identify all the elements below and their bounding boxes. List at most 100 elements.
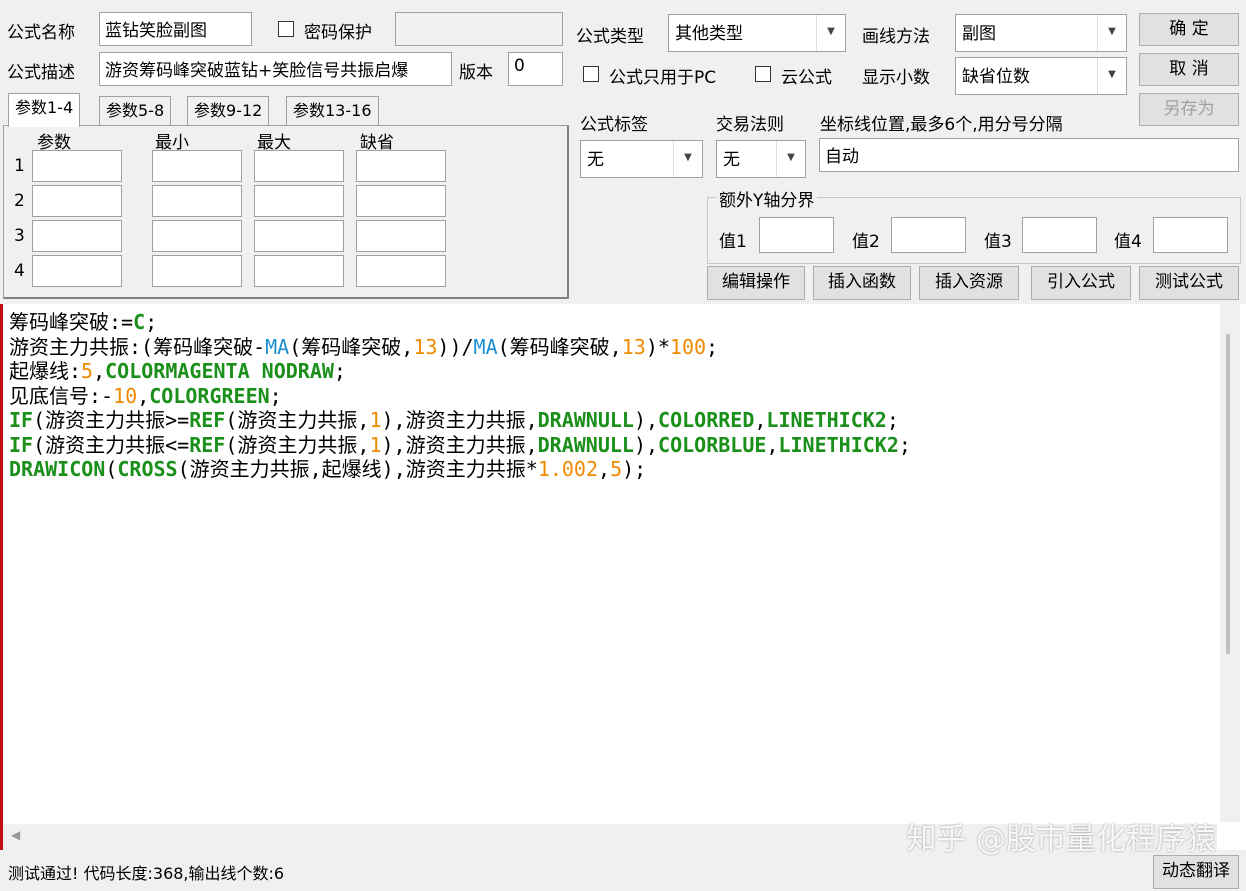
cloud-checkbox[interactable] <box>755 66 771 82</box>
y4-input[interactable] <box>1153 217 1228 253</box>
code-token: 5 <box>610 457 623 481</box>
code-token: 起爆线: <box>9 359 82 383</box>
param-min-input[interactable] <box>152 150 242 182</box>
code-line: IF(游资主力共振<=REF(游资主力共振,1),游资主力共振,DRAWNULL… <box>9 433 911 458</box>
version-input[interactable]: 0 <box>508 52 563 86</box>
code-token: COLORBLUE <box>658 432 767 457</box>
scroll-left-icon[interactable]: ◀ <box>11 828 20 842</box>
code-token: , <box>598 457 611 481</box>
code-line: 起爆线:5,COLORMAGENTA NODRAW; <box>9 359 911 384</box>
code-token: (游资主力共振<= <box>33 432 190 457</box>
code-token: MA <box>265 334 290 359</box>
password-label: 密码保护 <box>304 23 372 43</box>
code-token: ))/ <box>437 334 474 359</box>
param-default-input[interactable] <box>356 185 446 217</box>
code-line: 筹码峰突破:=C; <box>9 310 911 335</box>
vertical-scrollbar[interactable] <box>1220 304 1240 822</box>
pc-only-checkbox[interactable] <box>583 66 599 82</box>
axis-input[interactable]: 自动 <box>819 138 1239 172</box>
param-default-input[interactable] <box>356 255 446 287</box>
code-line: 见底信号:-10,COLORGREEN; <box>9 384 911 409</box>
scrollbar-thumb[interactable] <box>1226 334 1230 654</box>
code-token: , <box>93 359 106 383</box>
dynamic-translate-button[interactable]: 动态翻译 <box>1153 855 1239 889</box>
y2-input[interactable] <box>891 217 966 253</box>
chevron-down-icon: ▼ <box>1097 15 1126 51</box>
code-token: REF <box>189 408 226 432</box>
insert-function-button[interactable]: 插入函数 <box>813 266 911 300</box>
param-min-input[interactable] <box>152 220 242 252</box>
tag-select[interactable]: 无 ▼ <box>580 140 703 178</box>
chevron-down-icon: ▼ <box>816 15 845 51</box>
desc-label: 公式描述 <box>7 63 75 83</box>
edit-ops-button[interactable]: 编辑操作 <box>707 266 805 300</box>
code-token: REF <box>189 432 226 457</box>
code-token: := <box>109 310 134 334</box>
tag-label: 公式标签 <box>580 115 648 135</box>
chevron-down-icon: ▼ <box>776 141 805 177</box>
test-formula-button[interactable]: 测试公式 <box>1139 266 1239 300</box>
cloud-label: 云公式 <box>781 68 832 88</box>
y1-input[interactable] <box>759 217 834 253</box>
type-label: 公式类型 <box>576 27 644 47</box>
code-token: 见底信号:- <box>9 383 114 408</box>
code-token: 1 <box>369 408 382 432</box>
y2-label: 值2 <box>852 232 880 252</box>
code-token: LINETHICK2 <box>778 432 899 457</box>
tab-params-9-12[interactable]: 参数9-12 <box>187 96 270 125</box>
param-name-input[interactable] <box>32 185 122 217</box>
cancel-button[interactable]: 取 消 <box>1139 53 1239 86</box>
code-token: (游资主力共振, <box>225 432 370 457</box>
pc-only-label: 公式只用于PC <box>609 68 717 88</box>
param-default-input[interactable] <box>356 150 446 182</box>
draw-label: 画线方法 <box>862 27 930 47</box>
code-token: (筹码峰突破, <box>289 334 414 359</box>
formula-desc-input[interactable]: 游资筹码峰突破蓝钻+笑脸信号共振启爆 <box>99 52 452 86</box>
type-select[interactable]: 其他类型 ▼ <box>668 14 846 52</box>
code-token: CROSS <box>117 457 178 481</box>
password-checkbox[interactable] <box>278 21 294 37</box>
code-token: ; <box>333 359 346 383</box>
formula-name-input[interactable]: 蓝钻笑脸副图 <box>99 12 252 46</box>
tab-params-13-16[interactable]: 参数13-16 <box>286 96 379 125</box>
code-token: , <box>137 383 150 408</box>
code-token: )* <box>645 334 670 359</box>
code-token: DRAWNULL <box>537 432 634 457</box>
param-max-input[interactable] <box>254 255 344 287</box>
ok-button[interactable]: 确 定 <box>1139 13 1239 46</box>
code-token: ; <box>145 310 158 334</box>
code-token: 100 <box>669 334 707 359</box>
code-token: 游资主力共振:(筹码峰突破- <box>9 334 266 359</box>
decimals-select[interactable]: 缺省位数 ▼ <box>955 57 1127 95</box>
param-max-input[interactable] <box>254 185 344 217</box>
import-formula-button[interactable]: 引入公式 <box>1031 266 1131 300</box>
param-name-input[interactable] <box>32 150 122 182</box>
code-token: ; <box>706 334 719 359</box>
code-editor[interactable]: 筹码峰突破:=C; 游资主力共振:(筹码峰突破-MA(筹码峰突破,13))/MA(… <box>0 304 1246 857</box>
rule-value: 无 <box>723 150 740 170</box>
param-max-input[interactable] <box>254 220 344 252</box>
code-token: 10 <box>113 383 138 408</box>
tag-value: 无 <box>587 150 604 170</box>
status-text: 测试通过! 代码长度:368,输出线个数:6 <box>8 864 285 883</box>
param-name-input[interactable] <box>32 220 122 252</box>
tab-params-5-8[interactable]: 参数5-8 <box>99 96 172 125</box>
insert-resource-button[interactable]: 插入资源 <box>919 266 1019 300</box>
draw-value: 副图 <box>962 24 996 44</box>
password-input[interactable] <box>395 12 563 46</box>
param-min-input[interactable] <box>152 255 242 287</box>
param-max-input[interactable] <box>254 150 344 182</box>
param-min-input[interactable] <box>152 185 242 217</box>
save-as-button[interactable]: 另存为 <box>1139 93 1239 126</box>
draw-select[interactable]: 副图 ▼ <box>955 14 1127 52</box>
code-token: COLORGREEN <box>149 383 270 408</box>
code-text[interactable]: 筹码峰突破:=C; 游资主力共振:(筹码峰突破-MA(筹码峰突破,13))/MA(… <box>9 310 911 482</box>
code-token: DRAWICON <box>9 457 106 481</box>
rule-select[interactable]: 无 ▼ <box>716 140 806 178</box>
tab-params-1-4[interactable]: 参数1-4 <box>8 93 81 127</box>
param-name-input[interactable] <box>32 255 122 287</box>
param-default-input[interactable] <box>356 220 446 252</box>
code-token: COLORRED <box>658 408 755 432</box>
code-token: , <box>766 432 779 457</box>
y3-input[interactable] <box>1022 217 1097 253</box>
